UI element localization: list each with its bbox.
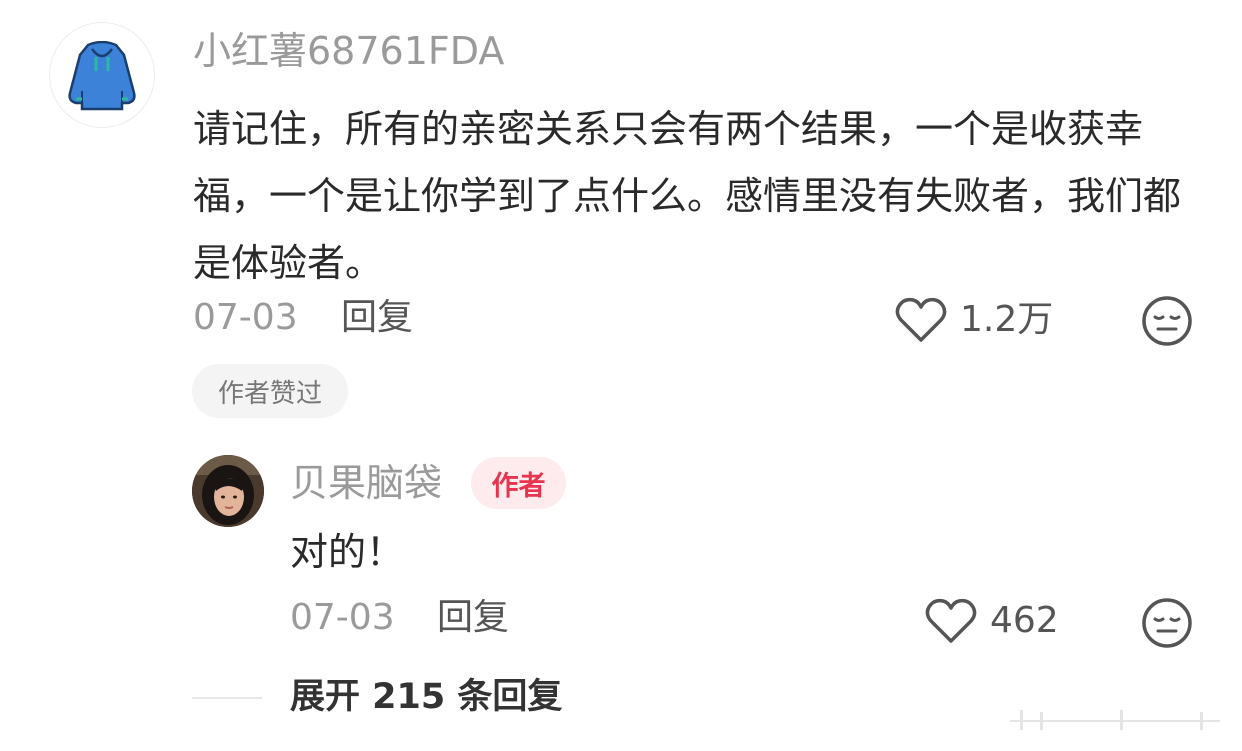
reply-text: 对的！	[290, 530, 405, 574]
reply-like-heart-icon[interactable]	[925, 597, 977, 645]
expand-divider	[192, 697, 262, 699]
like-heart-icon[interactable]	[895, 296, 947, 344]
reply-reply-button[interactable]: 回复	[437, 600, 509, 636]
reply-date: 07-03	[290, 597, 395, 638]
hoodie-icon	[68, 41, 136, 111]
comment-thread: 小红薯68761FDA 请记住，所有的亲密关系只会有两个结果，一个是收获幸福，一…	[0, 0, 1242, 751]
reply-emoji-reaction-icon[interactable]	[1141, 597, 1193, 649]
expand-replies-button[interactable]: 展开 215 条回复	[290, 680, 562, 715]
comment-date: 07-03	[193, 297, 298, 338]
comment-like-count: 1.2万	[960, 299, 1054, 340]
commenter-avatar[interactable]	[49, 22, 155, 128]
replier-avatar[interactable]	[192, 455, 264, 527]
emoji-reaction-icon[interactable]	[1141, 295, 1193, 347]
author-liked-badge: 作者赞过	[192, 364, 348, 418]
commenter-username[interactable]: 小红薯68761FDA	[193, 32, 504, 70]
author-badge: 作者	[471, 457, 566, 509]
comment-reply-button[interactable]: 回复	[341, 300, 413, 336]
replier-username[interactable]: 贝果脑袋	[290, 464, 442, 502]
watermark-logo	[1010, 710, 1220, 730]
portrait-photo	[192, 455, 264, 527]
comment-text: 请记住，所有的亲密关系只会有两个结果，一个是收获幸福，一个是让你学到了点什么。感…	[193, 107, 1182, 285]
reply-like-count: 462	[990, 600, 1059, 641]
